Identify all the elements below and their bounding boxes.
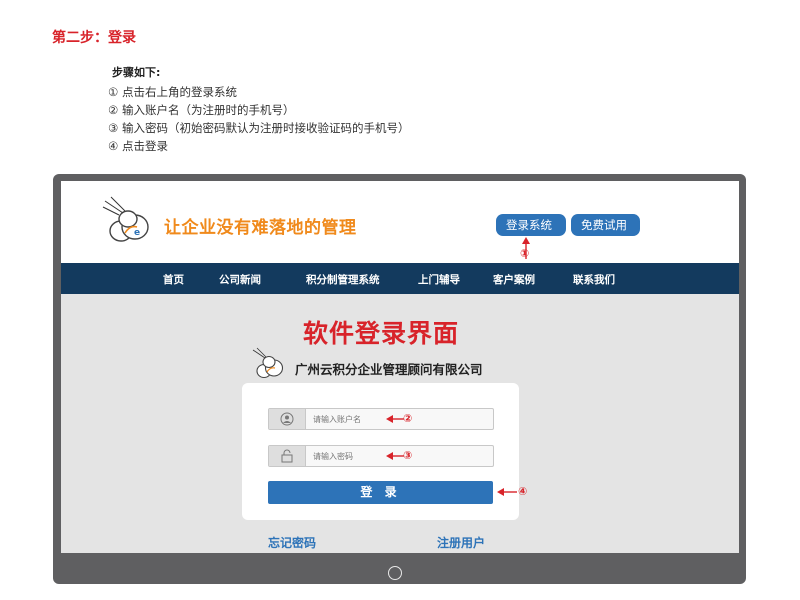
callout-number-2: ② — [403, 412, 413, 425]
callout-arrow-3 — [386, 452, 404, 460]
site-slogan: 让企业没有难落地的管理 — [164, 218, 357, 238]
step-item: ① 点击右上角的登录系统 — [108, 85, 237, 99]
callout-arrow-4 — [497, 488, 517, 496]
nav-item-points-system[interactable]: 积分制管理系统 — [306, 272, 380, 287]
step-item: ② 输入账户名（为注册时的手机号） — [108, 103, 295, 117]
free-trial-button[interactable]: 免费试用 — [571, 214, 640, 236]
nav-item-home[interactable]: 首页 — [163, 272, 184, 287]
user-icon — [269, 409, 306, 429]
nav-item-contact[interactable]: 联系我们 — [573, 272, 615, 287]
device-screen: e 让企业没有难落地的管理 登录系统 免费试用 ① 首页 公司新闻 积分制管理系… — [61, 181, 739, 553]
company-name: 广州云积分企业管理顾问有限公司 — [295, 362, 483, 377]
step-item: ④ 点击登录 — [108, 139, 168, 153]
device-home-button — [388, 566, 402, 580]
login-button[interactable]: 登 录 — [268, 481, 493, 504]
step-item: ③ 输入密码（初始密码默认为注册时接收验证码的手机号） — [108, 121, 410, 135]
register-link[interactable]: 注册用户 — [437, 534, 485, 551]
cloud-logo-icon: e — [102, 196, 149, 242]
callout-number-1: ① — [520, 247, 530, 260]
login-system-button[interactable]: 登录系统 — [496, 214, 566, 236]
step-title: 第二步：登录 — [52, 30, 136, 46]
account-field[interactable] — [268, 408, 494, 430]
svg-text:e: e — [134, 228, 140, 238]
nav-item-onsite-coaching[interactable]: 上门辅导 — [418, 272, 460, 287]
callout-arrow-2 — [386, 415, 404, 423]
password-field[interactable] — [268, 445, 494, 467]
main-nav: 首页 公司新闻 积分制管理系统 上门辅导 客户案例 联系我们 — [61, 263, 739, 294]
callout-number-4: ④ — [518, 485, 528, 498]
callout-number-3: ③ — [403, 449, 413, 462]
nav-item-news[interactable]: 公司新闻 — [219, 272, 261, 287]
forgot-password-link[interactable]: 忘记密码 — [268, 534, 316, 551]
lock-icon — [269, 446, 306, 466]
nav-item-cases[interactable]: 客户案例 — [493, 272, 535, 287]
steps-heading: 步骤如下: — [112, 66, 161, 79]
login-page-title: 软件登录界面 — [303, 319, 460, 348]
company-logo-icon — [252, 347, 284, 379]
